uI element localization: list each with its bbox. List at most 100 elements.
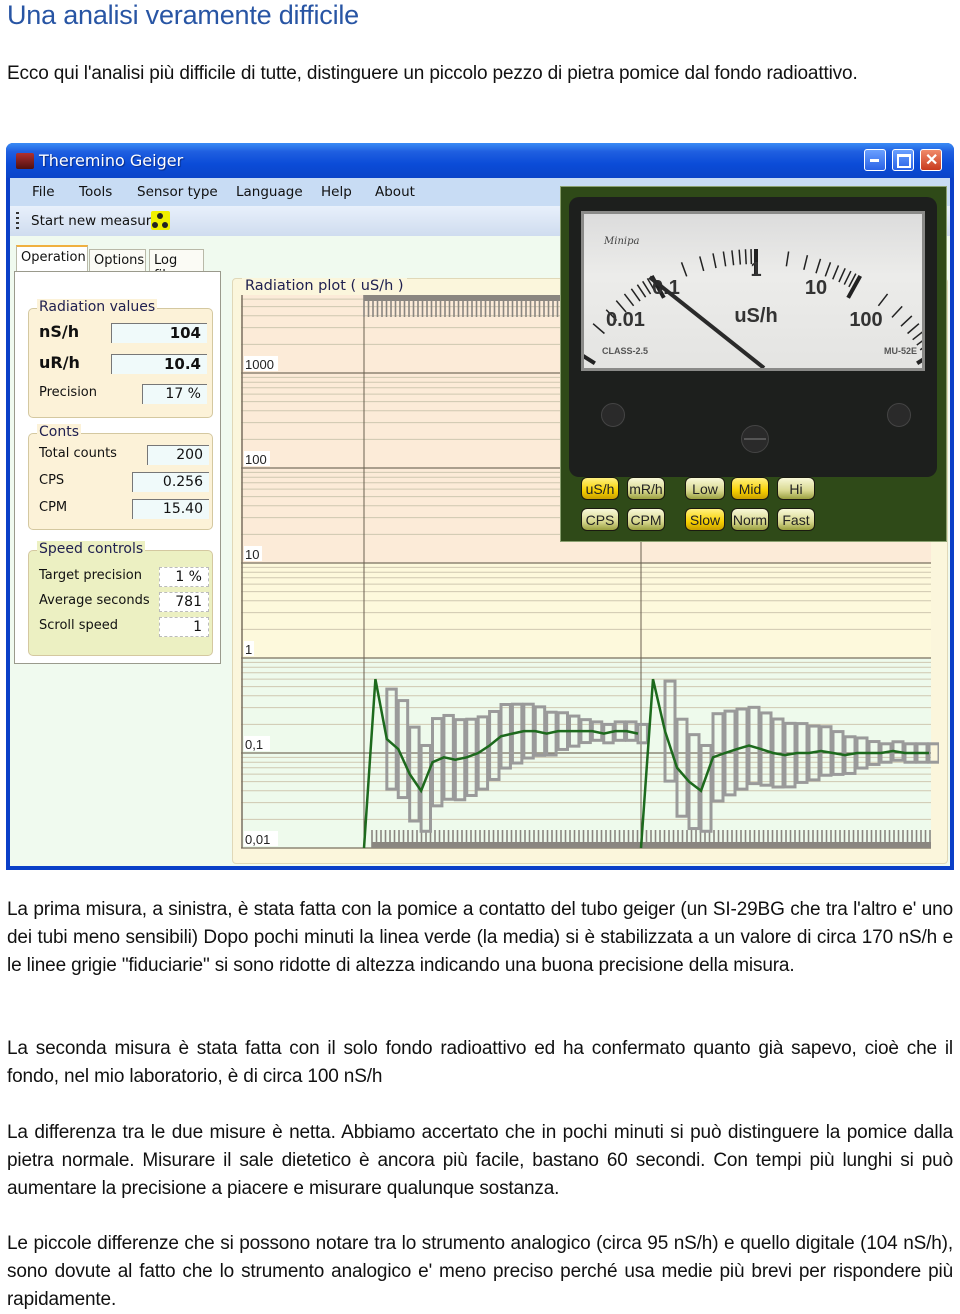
target-precision-label: Target precision [39,568,142,583]
operation-panel: Radiation values nS/h 104 uR/h 10.4 Prec… [14,271,221,664]
ur-label: uR/h [39,353,80,372]
meter-tick [572,348,596,366]
title-bar[interactable]: Theremino Geiger ✕ [6,143,954,178]
meter-tick [731,250,735,266]
y-tick-label: 100 [245,452,267,467]
meter-body: 0.010.1110100uS/hMinipaCLASS-2.5MU-52E [569,197,940,477]
meter-tick [630,288,641,302]
menu-about[interactable]: About [375,184,415,200]
meter-tick [916,335,930,346]
meter-scale-label: 0.01 [606,309,645,331]
meter-button-mid[interactable]: Mid [731,477,769,500]
meter-tick [592,323,605,335]
meter-button-slow[interactable]: Slow [685,508,725,531]
average-seconds-label: Average seconds [39,593,150,608]
meter-tick [907,323,920,335]
paragraph-first-measure: La prima misura, a sinistra, è stata fat… [7,899,953,976]
meter-tick [785,251,790,267]
meter-button-mrh[interactable]: mR/h [627,477,665,500]
close-button[interactable]: ✕ [920,149,942,171]
group-title: Conts [37,424,81,440]
meter-scale-label: 1 [750,259,761,281]
window-title: Theremino Geiger [39,151,184,170]
ns-label: nS/h [39,322,80,341]
close-icon: ✕ [925,152,939,169]
precision-value-field: 17 % [142,384,207,404]
tab-options[interactable]: Options [89,249,146,271]
meter-scale-label: 10 [805,277,827,299]
menu-help[interactable]: Help [321,184,352,200]
y-tick-label: 10 [245,547,259,562]
total-counts-label: Total counts [39,446,117,461]
meter-tick [744,249,747,265]
paragraph-second-measure: La seconda misura è stata fatta con il s… [7,1038,953,1087]
cps-label: CPS [39,473,65,488]
start-new-measure-button[interactable]: Start new measure [31,213,159,229]
meter-tick [623,293,635,307]
meter-model-label: MU-52E [884,346,917,356]
meter-tick [916,348,940,366]
meter-button-hi[interactable]: Hi [777,477,815,500]
toolbar-grip[interactable] [16,212,19,230]
tab-strip: Operation Options Log file [14,245,224,283]
meter-button-norm[interactable]: Norm [731,508,769,531]
tab-log-file[interactable]: Log file [149,249,204,283]
cpm-field: 15.40 [132,499,209,519]
target-precision-input[interactable]: 1 % [159,567,209,587]
meter-tick [843,270,852,285]
ns-value-field: 104 [111,323,207,343]
meter-tick [832,265,840,280]
meter-tick [900,315,913,327]
meter-button-fast[interactable]: Fast [777,508,815,531]
total-counts-field: 200 [147,445,209,465]
zero-adjust-screw-icon[interactable] [741,425,769,453]
meter-button-cps[interactable]: CPS [581,508,619,531]
menu-sensor-type[interactable]: Sensor type [137,184,218,200]
maximize-button[interactable] [892,149,914,171]
y-tick-label: 1000 [245,357,274,372]
meter-tick [877,293,889,307]
app-icon [16,153,34,169]
meter-tick [846,274,862,299]
meter-dial: 0.010.1110100uS/hMinipaCLASS-2.5MU-52E [572,236,940,370]
meter-tick [722,251,727,267]
meter-brand: Minipa [603,236,639,247]
meter-tick [699,256,705,272]
scroll-speed-label: Scroll speed [39,618,119,633]
menu-tools[interactable]: Tools [79,184,112,200]
meter-scale-label: 100 [849,309,882,331]
scroll-speed-input[interactable]: 1 [159,617,209,637]
meter-tick [738,249,742,265]
meter-tick [712,253,717,269]
radiation-values-group: Radiation values nS/h 104 uR/h 10.4 Prec… [28,299,213,418]
meter-button-cpm[interactable]: CPM [627,508,665,531]
group-title: Radiation values [37,299,158,315]
screw-icon [601,403,625,427]
meter-unit-label: uS/h [734,305,777,327]
average-seconds-input[interactable]: 781 [159,592,209,612]
group-title: Speed controls [37,541,146,557]
radiation-icon[interactable] [151,211,170,230]
meter-tick [824,262,832,277]
counts-group: Conts Total counts 200 CPS 0.256 CPM 15.… [28,424,213,530]
confidence-bar [927,742,939,764]
precision-label: Precision [39,385,98,400]
y-tick-label: 0,01 [245,832,270,847]
meter-face: 0.010.1110100uS/hMinipaCLASS-2.5MU-52E [572,211,940,371]
tab-operation[interactable]: Operation [16,245,88,272]
speed-controls-group: Speed controls Target precision 1 % Aver… [28,541,213,656]
screw-icon [887,403,911,427]
meter-tick [680,262,688,277]
cps-field: 0.256 [132,472,209,492]
meter-tick [815,258,822,274]
minimize-button[interactable] [864,149,886,171]
menu-file[interactable]: File [32,184,55,200]
menu-language[interactable]: Language [236,184,303,200]
meter-tick [803,255,809,270]
meter-button-low[interactable]: Low [685,477,725,500]
intro-paragraph: Ecco qui l'analisi più difficile di tutt… [7,63,858,84]
meter-button-ush[interactable]: uS/h [581,477,619,500]
paragraph-difference: La differenza tra le due misure è netta.… [7,1122,953,1199]
meter-tick [636,284,647,298]
meter-tick [912,329,925,341]
